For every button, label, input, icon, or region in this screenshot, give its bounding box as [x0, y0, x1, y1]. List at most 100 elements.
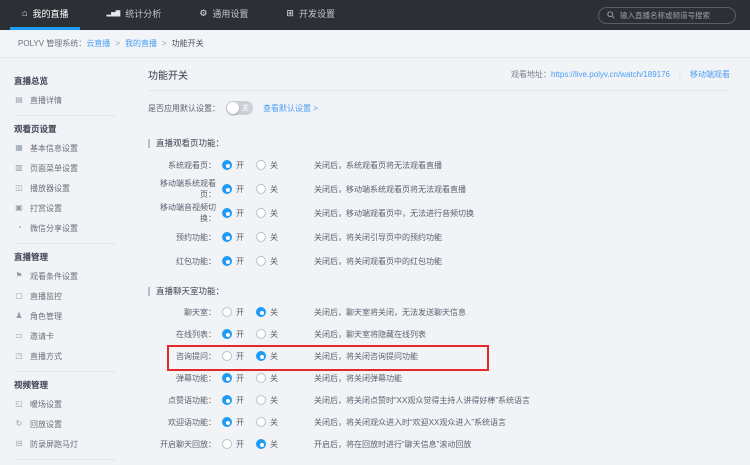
nav-tab-my-live[interactable]: ⌂我的直播 — [10, 0, 80, 30]
mobile-watch-link[interactable]: 移动端观看 — [690, 69, 730, 80]
setting-desc: 关闭后，聊天室将关闭，无法发送聊天信息 — [314, 307, 466, 318]
gear-icon: ⚙ — [199, 9, 207, 18]
top-nav: ⌂我的直播 ▂▅▇统计分析 ⚙ 通用设置 ⊞开发设置 — [0, 0, 750, 30]
nav-tabs: ⌂我的直播 ▂▅▇统计分析 ⚙ 通用设置 ⊞开发设置 — [10, 0, 361, 30]
sidebar-item-live-mode[interactable]: ◳直播方式 — [0, 346, 130, 366]
sidebar-item-reward-settings[interactable]: ▣打赏设置 — [0, 198, 130, 218]
sidebar-item-label: 邀请卡 — [30, 331, 54, 342]
menu-icon: ▥ — [14, 164, 24, 172]
radio-off[interactable] — [256, 373, 266, 383]
radio-off[interactable] — [256, 307, 266, 317]
radio-on[interactable] — [222, 351, 232, 361]
setting-label: 咨询提问： — [148, 351, 216, 362]
invite-card-icon: ▭ — [14, 332, 24, 340]
sidebar-item-label: 回放设置 — [30, 419, 62, 430]
radio-off[interactable] — [256, 329, 266, 339]
sidebar-item-playback-settings[interactable]: ↻回放设置 — [0, 414, 130, 434]
setting-row-system-watch-page: 系统观看页：开关关闭后，系统观看页将无法观看直播 — [148, 153, 730, 177]
radio-off[interactable] — [256, 160, 266, 170]
nav-tab-label: 通用设置 — [212, 7, 248, 20]
divider: ｜ — [676, 69, 684, 80]
radio-on[interactable] — [222, 307, 232, 317]
setting-desc: 关闭后，将关闭咨询提问功能 — [314, 351, 418, 362]
radio-group: 开关 — [222, 232, 314, 243]
sidebar-item-label: 微信分享设置 — [30, 223, 78, 234]
radio-on[interactable] — [222, 373, 232, 383]
radio-on[interactable] — [222, 208, 232, 218]
stats-icon: ▂▅▇ — [106, 11, 120, 17]
radio-on[interactable] — [222, 160, 232, 170]
watch-url-link[interactable]: https://live.polyv.cn/watch/189176 — [551, 70, 670, 79]
off-label: 关 — [270, 160, 278, 171]
search-box[interactable] — [598, 7, 736, 24]
breadcrumb-link[interactable]: 云直播 — [86, 39, 110, 48]
view-default-settings-link[interactable]: 查看默认设置 > — [263, 103, 318, 114]
nav-tab-dev-settings[interactable]: ⊞开发设置 — [274, 0, 347, 30]
apply-default-row: 是否应用默认设置： 关 查看默认设置 > — [148, 91, 730, 125]
radio-off[interactable] — [256, 184, 266, 194]
sidebar-item-anti-record-marquee[interactable]: ⊟防录屏跑马灯 — [0, 434, 130, 454]
radio-off[interactable] — [256, 395, 266, 405]
setting-label: 点赞语功能： — [148, 395, 216, 406]
view-condition-icon: ⚑ — [14, 272, 24, 280]
radio-on[interactable] — [222, 184, 232, 194]
sidebar-section: 直播管理⚑观看条件设置▢直播监控♟角色管理▭邀请卡◳直播方式 — [0, 248, 130, 366]
setting-row-chat-replay: 开启聊天回放：开关开启后，将在回放时进行“聊天信息”滚动回放 — [148, 433, 730, 455]
radio-on[interactable] — [222, 329, 232, 339]
setting-desc: 关闭后，将关闭观众进入时“欢迎XX观众进入”系统语言 — [314, 417, 506, 428]
nav-tab-stats-analysis[interactable]: ▂▅▇统计分析 — [94, 0, 173, 30]
radio-off[interactable] — [256, 256, 266, 266]
radio-off[interactable] — [256, 232, 266, 242]
home-icon: ⌂ — [22, 9, 27, 18]
on-label: 开 — [236, 208, 244, 219]
radio-on[interactable] — [222, 439, 232, 449]
sidebar-item-invite-card[interactable]: ▭ 邀请卡 — [0, 326, 130, 346]
grid-icon: ⊞ — [286, 9, 294, 18]
sidebar-divider — [14, 115, 116, 116]
radio-on[interactable] — [222, 395, 232, 405]
info-icon: ▦ — [14, 144, 24, 152]
off-label: 关 — [270, 439, 278, 450]
apply-default-toggle[interactable]: 关 — [226, 101, 253, 115]
on-label: 开 — [236, 439, 244, 450]
sidebar-divider — [14, 371, 116, 372]
sidebar-item-role-management[interactable]: ♟角色管理 — [0, 306, 130, 326]
sidebar: 直播总览▤直播详情观看页设置▦基本信息设置▥页面菜单设置◫播放器设置▣打赏设置◔… — [0, 58, 130, 465]
radio-off[interactable] — [256, 208, 266, 218]
sidebar-item-page-menu-settings[interactable]: ▥ 页面菜单设置 — [0, 158, 130, 178]
main-content: 功能开关 观看地址： https://live.polyv.cn/watch/1… — [130, 58, 750, 465]
on-label: 开 — [236, 160, 244, 171]
setting-desc: 关闭后，将关闭观看页中的红包功能 — [314, 256, 442, 267]
radio-on[interactable] — [222, 256, 232, 266]
radio-on[interactable] — [222, 417, 232, 427]
nav-tab-general-settings[interactable]: ⚙ 通用设置 — [187, 0, 260, 30]
sidebar-item-view-condition-settings[interactable]: ⚑观看条件设置 — [0, 266, 130, 286]
radio-off[interactable] — [256, 351, 266, 361]
on-label: 开 — [236, 307, 244, 318]
sidebar-item-basic-info-settings[interactable]: ▦基本信息设置 — [0, 138, 130, 158]
sidebar-section-title: 视频管理 — [0, 376, 130, 394]
sidebar-item-wechat-share-settings[interactable]: ◔微信分享设置 — [0, 218, 130, 238]
sidebar-item-warmup-settings[interactable]: ◱暖场设置 — [0, 394, 130, 414]
on-label: 开 — [236, 184, 244, 195]
setting-row-red-packet: 红包功能：开关关闭后，将关闭观看页中的红包功能 — [148, 249, 730, 273]
role-icon: ♟ — [14, 312, 24, 320]
setting-desc: 关闭后，将关闭引导页中的预约功能 — [314, 232, 442, 243]
sidebar-item-player-settings[interactable]: ◫播放器设置 — [0, 178, 130, 198]
search-input[interactable] — [620, 11, 727, 20]
setting-row-consult-question: 咨询提问：开关关闭后，将关闭咨询提问功能 — [148, 345, 730, 367]
setting-row-like-message: 点赞语功能：开关关闭后，将关闭点赞时“XX观众觉得主持人讲得好棒”系统语言 — [148, 389, 730, 411]
player-icon: ◫ — [14, 184, 24, 192]
breadcrumb-link[interactable]: 我的直播 — [125, 39, 157, 48]
sidebar-item-live-detail[interactable]: ▤直播详情 — [0, 90, 130, 110]
radio-off[interactable] — [256, 417, 266, 427]
setting-row-mobile-av-switch: 移动端音视频切换：开关关闭后，移动端观看页中，无法进行音频切换 — [148, 201, 730, 225]
sidebar-item-label: 页面菜单设置 — [30, 163, 78, 174]
radio-on[interactable] — [222, 232, 232, 242]
radio-off[interactable] — [256, 439, 266, 449]
setting-row-online-list: 在线列表：开关关闭后，聊天室将隐藏在线列表 — [148, 323, 730, 345]
setting-label: 红包功能： — [148, 256, 216, 267]
radio-group: 开关 — [222, 417, 314, 428]
sidebar-item-live-monitor[interactable]: ▢直播监控 — [0, 286, 130, 306]
setting-desc: 关闭后，系统观看页将无法观看直播 — [314, 160, 442, 171]
